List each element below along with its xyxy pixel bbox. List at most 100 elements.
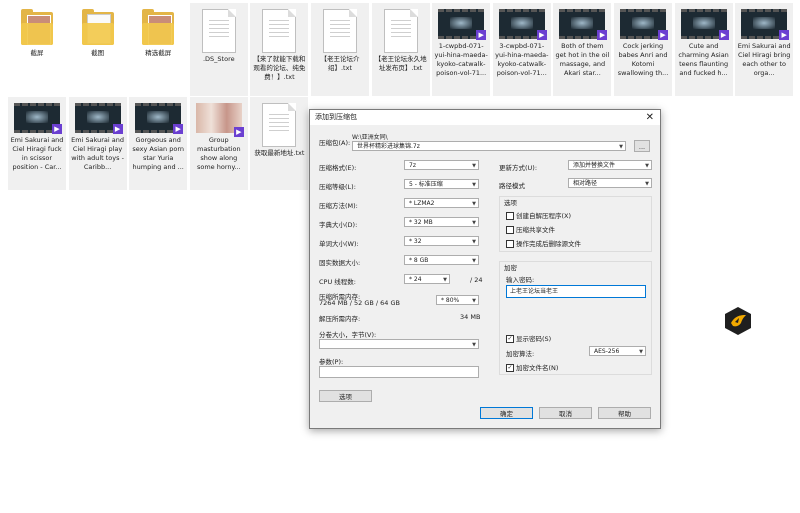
file-item[interactable]: ▶ Cock jerking babes Anri and Kotomi swal… bbox=[614, 3, 672, 96]
archive-label: 压缩包(A): bbox=[319, 139, 351, 147]
file-item[interactable]: ▶ Emi Sakurai and Ciel Hiragi fuck in sci… bbox=[8, 97, 66, 190]
format-label: 压缩格式(E): bbox=[319, 164, 357, 172]
update-select[interactable]: 添加并替换文件 ▼ bbox=[568, 160, 652, 170]
decomp-label: 解压所需内存: bbox=[319, 315, 361, 323]
file-item[interactable]: ▶ Cute and charming Asian teens flaunting… bbox=[674, 3, 733, 96]
file-item[interactable]: ▶ Both of them get hot in the oil massage… bbox=[553, 3, 612, 96]
file-label: 【老王论坛永久地址发布页】.txt bbox=[374, 55, 427, 72]
file-item[interactable]: ▶ 1-cwpbd-071-yui-hina-maeda-kyoko-catwal… bbox=[432, 3, 491, 96]
archive-name-combo[interactable]: 世界杯精彩进球集锦.7z ▼ bbox=[352, 141, 626, 151]
shared-checkbox[interactable]: 压缩共享文件 bbox=[506, 224, 555, 234]
update-value: 添加并替换文件 bbox=[573, 162, 616, 169]
method-select[interactable]: * LZMA2 ▼ bbox=[404, 198, 479, 208]
video-thumbnail-icon: ▶ bbox=[135, 103, 184, 134]
file-label: 精选截屏 bbox=[145, 49, 172, 57]
file-item[interactable]: 精选截屏 bbox=[129, 3, 187, 96]
chevron-down-icon: ▼ bbox=[472, 182, 476, 188]
file-item[interactable]: ▶ Emi Sakurai and Ciel Hiragi bring each … bbox=[735, 3, 794, 96]
cpu-label: CPU 线程数: bbox=[319, 278, 356, 286]
sfx-checkbox[interactable]: 创建自解压程序(X) bbox=[506, 210, 571, 220]
mem-pct-select[interactable]: * 80% ▼ bbox=[436, 295, 479, 305]
level-value: 5 - 标准压缩 bbox=[409, 181, 443, 188]
file-item[interactable]: 截屏 bbox=[8, 3, 66, 96]
add-to-archive-dialog: 添加到压缩包 ✕ 压缩包(A): W:\亚洲女同\ 世界杯精彩进球集锦.7z ▼ … bbox=[309, 109, 661, 429]
file-label: Cute and charming Asian teens flaunting … bbox=[678, 42, 729, 77]
text-file-icon bbox=[262, 9, 297, 53]
file-label: Emi Sakurai and Ciel Hiragi play with ad… bbox=[71, 136, 125, 171]
level-select[interactable]: 5 - 标准压缩 ▼ bbox=[404, 179, 479, 189]
text-file-icon bbox=[262, 103, 297, 147]
file-label: 获取最新地址.txt bbox=[254, 149, 305, 157]
dialog-title: 添加到压缩包 bbox=[310, 110, 660, 125]
folder-icon bbox=[21, 9, 53, 47]
video-thumbnail-icon: ▶ bbox=[559, 9, 608, 40]
show-password-label: 显示密码(S) bbox=[516, 335, 552, 343]
checkbox-box bbox=[506, 226, 514, 234]
chevron-down-icon: ▼ bbox=[472, 201, 476, 207]
options-button[interactable]: 选项 bbox=[319, 390, 372, 402]
file-label: Group masturbation show along some horny… bbox=[196, 136, 241, 171]
file-item[interactable]: ▶ 3-cwpbd-071-yui-hina-maeda-kyoko-catwal… bbox=[492, 3, 551, 96]
password-input[interactable]: 上老王论坛当老王 bbox=[506, 285, 646, 298]
video-thumbnail-icon: ▶ bbox=[620, 9, 668, 40]
archive-name: 世界杯精彩进球集锦.7z bbox=[357, 143, 420, 150]
text-file-icon bbox=[323, 9, 357, 53]
cpu-value: * 24 bbox=[409, 276, 422, 283]
method-label: 压缩方法(M): bbox=[319, 202, 358, 210]
file-item[interactable]: ▶ Gorgeous and sexy Asian porn star Yuria… bbox=[129, 97, 188, 190]
dict-select[interactable]: * 32 MB ▼ bbox=[404, 217, 479, 227]
help-button[interactable]: 帮助 bbox=[598, 407, 651, 419]
path-select[interactable]: 相对路径 ▼ bbox=[568, 178, 652, 188]
delete-source-checkbox[interactable]: 操作完成后删除源文件 bbox=[506, 238, 581, 248]
check-icon: ✓ bbox=[506, 335, 514, 343]
file-label: Emi Sakurai and Ciel Hiragi fuck in scis… bbox=[10, 136, 64, 171]
file-label: 截图 bbox=[91, 49, 105, 57]
shared-label: 压缩共享文件 bbox=[516, 226, 555, 234]
decomp-value: 34 MB bbox=[460, 313, 481, 321]
video-thumbnail-icon: ▶ bbox=[438, 9, 487, 40]
chevron-down-icon: ▼ bbox=[472, 220, 476, 226]
file-item[interactable]: 获取最新地址.txt bbox=[250, 97, 309, 190]
enc-method-select[interactable]: AES-256 ▼ bbox=[589, 346, 646, 356]
file-item[interactable]: 【老王论坛介绍】.txt bbox=[311, 3, 369, 96]
solid-select[interactable]: * 8 GB ▼ bbox=[404, 255, 479, 265]
chevron-down-icon: ▼ bbox=[645, 181, 649, 187]
file-label: .DS_Store bbox=[202, 55, 235, 63]
word-value: * 32 bbox=[409, 238, 422, 245]
file-item[interactable]: 【来了就能下载和观看的论坛、纯免费！】.txt bbox=[250, 3, 309, 96]
password-label: 输入密码: bbox=[506, 276, 535, 284]
checkbox-box bbox=[506, 212, 514, 220]
delete-source-label: 操作完成后删除源文件 bbox=[516, 240, 581, 248]
close-icon[interactable]: ✕ bbox=[646, 110, 654, 125]
video-thumbnail-icon: ▶ bbox=[195, 103, 244, 137]
split-select[interactable]: ▼ bbox=[319, 339, 479, 349]
show-password-checkbox[interactable]: ✓ 显示密码(S) bbox=[506, 333, 551, 343]
file-label: 【老王论坛介绍】.txt bbox=[320, 55, 360, 72]
browse-button[interactable]: ... bbox=[634, 140, 650, 152]
mem-pct-value: * 80% bbox=[441, 297, 460, 304]
file-item[interactable]: ▶ Emi Sakurai and Ciel Hiragi play with a… bbox=[68, 97, 127, 190]
file-item[interactable]: .DS_Store bbox=[189, 3, 248, 96]
file-item[interactable]: 【老王论坛永久地址发布页】.txt bbox=[371, 3, 430, 96]
cpu-select[interactable]: * 24 ▼ bbox=[404, 274, 450, 284]
sfx-label: 创建自解压程序(X) bbox=[516, 212, 572, 220]
solid-value: * 8 GB bbox=[409, 257, 429, 264]
format-select[interactable]: 7z ▼ bbox=[404, 160, 479, 170]
word-select[interactable]: * 32 ▼ bbox=[404, 236, 479, 246]
encrypt-names-checkbox[interactable]: ✓ 加密文件名(N) bbox=[506, 362, 558, 372]
format-value: 7z bbox=[409, 162, 416, 169]
text-file-icon bbox=[201, 9, 236, 53]
app-bird-icon[interactable] bbox=[724, 306, 752, 336]
file-item[interactable]: 截图 bbox=[69, 3, 127, 96]
path-value: 相对路径 bbox=[573, 180, 598, 187]
cancel-button[interactable]: 取消 bbox=[539, 407, 592, 419]
options-group-label: 选项 bbox=[504, 199, 517, 207]
dict-label: 字典大小(D): bbox=[319, 221, 358, 229]
file-label: Gorgeous and sexy Asian porn star Yuria … bbox=[132, 136, 184, 171]
params-input[interactable] bbox=[319, 366, 479, 378]
word-label: 单词大小(W): bbox=[319, 240, 359, 248]
file-item[interactable]: ▶ Group masturbation show along some horn… bbox=[189, 97, 248, 190]
ok-button[interactable]: 确定 bbox=[480, 407, 533, 419]
cpu-total: / 24 bbox=[470, 276, 483, 284]
method-value: * LZMA2 bbox=[409, 200, 435, 207]
